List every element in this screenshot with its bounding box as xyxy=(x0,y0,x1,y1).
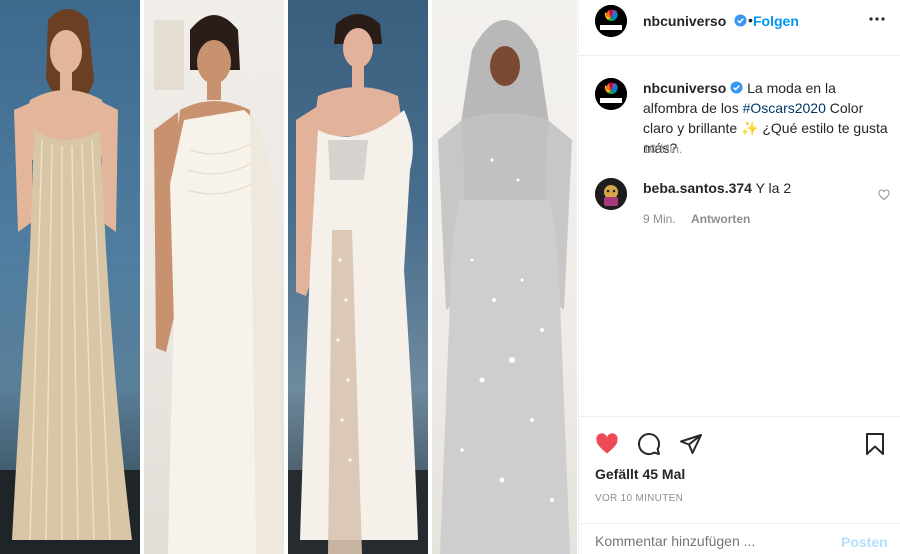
figure-white-slit-gown xyxy=(288,14,428,554)
caption-username[interactable]: nbcuniverso xyxy=(643,80,726,96)
universo-logo-icon xyxy=(595,78,627,110)
post-timestamp[interactable]: VOR 10 MINUTEN xyxy=(595,493,683,504)
user-avatar-icon xyxy=(595,178,627,210)
comment-like-icon[interactable] xyxy=(878,189,890,201)
universo-logo-icon xyxy=(595,5,627,37)
share-icon[interactable] xyxy=(679,432,703,456)
photo-panel-2 xyxy=(144,0,284,554)
comment-box: Posten xyxy=(579,523,900,554)
post-header: nbcuniverso • Folgen xyxy=(579,0,900,56)
photo-panel-3 xyxy=(288,0,428,554)
follow-button[interactable]: Folgen xyxy=(753,13,799,29)
more-options-icon[interactable] xyxy=(869,16,885,22)
comment-meta: 9 Min. Antworten xyxy=(643,212,762,226)
heart-filled-icon[interactable] xyxy=(595,432,619,456)
post-sidebar: nbcuniverso • Folgen nbcuniverso La moda… xyxy=(578,0,900,554)
action-section: Gefällt 45 Mal VOR 10 MINUTEN Posten xyxy=(579,416,900,554)
verified-badge-icon xyxy=(730,81,743,94)
comment-icon[interactable] xyxy=(637,432,661,456)
header-username[interactable]: nbcuniverso xyxy=(643,13,747,29)
avatar[interactable] xyxy=(595,78,627,110)
hashtag-link[interactable]: #Oscars2020 xyxy=(743,100,826,116)
comment-avatar[interactable] xyxy=(595,178,627,210)
comment-timestamp[interactable]: 9 Min. xyxy=(643,212,676,226)
comment-text: beba.santos.374 Y la 2 xyxy=(643,179,791,197)
caption-timestamp[interactable]: 10 Min. xyxy=(643,142,682,156)
comment-username[interactable]: beba.santos.374 xyxy=(643,180,752,196)
figure-gold-gown xyxy=(0,9,140,554)
photo-panel-1 xyxy=(0,0,140,554)
reply-button[interactable]: Antworten xyxy=(691,212,750,226)
photo-panel-4 xyxy=(432,0,577,554)
avatar[interactable] xyxy=(595,5,627,37)
comment-input[interactable] xyxy=(595,533,825,549)
figure-silver-hooded-gown xyxy=(438,20,572,554)
bookmark-icon[interactable] xyxy=(863,432,887,456)
post-comment-button[interactable]: Posten xyxy=(841,534,888,550)
figure-white-one-shoulder-gown xyxy=(154,15,284,554)
post-image[interactable] xyxy=(0,0,577,554)
header-username-text[interactable]: nbcuniverso xyxy=(643,13,726,29)
likes-count[interactable]: Gefällt 45 Mal xyxy=(595,466,685,482)
verified-badge-icon xyxy=(734,14,747,27)
comment-body: Y la 2 xyxy=(755,180,792,196)
